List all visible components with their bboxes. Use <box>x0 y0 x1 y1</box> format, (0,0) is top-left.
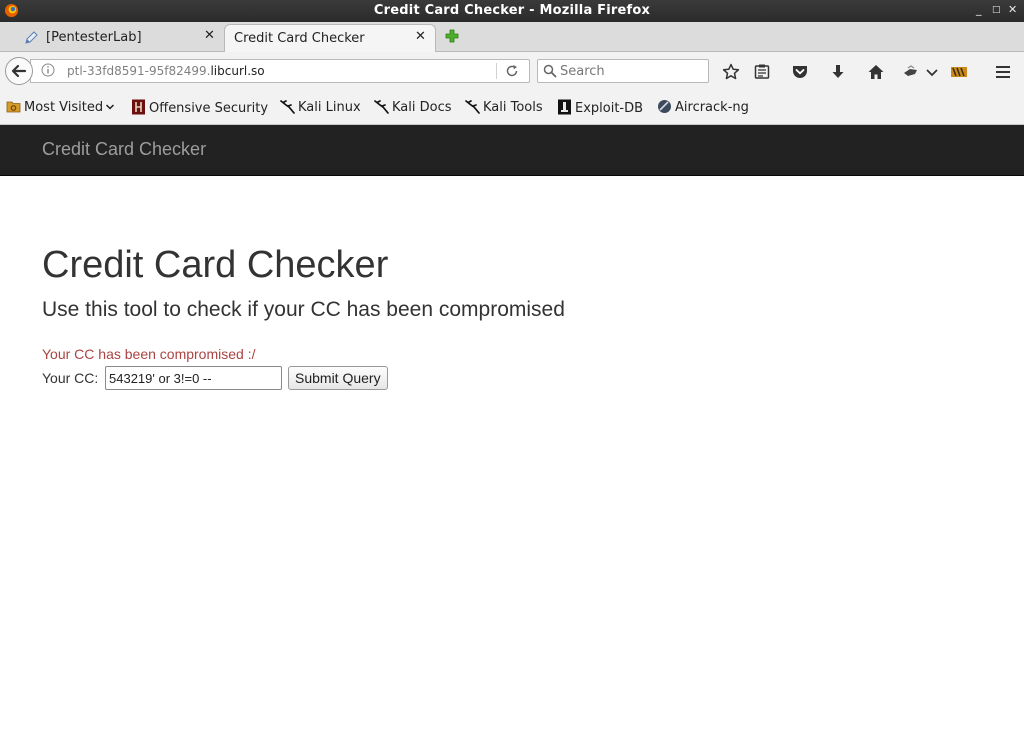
url-host-prefix: ptl-33fd8591-95f82499. <box>67 64 211 78</box>
url-separator <box>496 63 497 79</box>
reload-icon[interactable] <box>505 64 519 78</box>
tab-pentesterlab[interactable]: [PentesterLab] ✕ <box>0 24 224 52</box>
minimize-button[interactable]: _ <box>976 3 982 16</box>
bookmark-star-icon[interactable] <box>722 63 740 81</box>
search-input[interactable] <box>560 62 700 80</box>
tab-close-button[interactable]: ✕ <box>415 29 426 44</box>
bookmark-label: Offensive Security <box>149 101 269 116</box>
cc-input[interactable] <box>105 366 282 390</box>
tab-strip: [PentesterLab] ✕ Credit Card Checker ✕ <box>0 22 1024 52</box>
page-title: Credit Card Checker <box>42 244 389 286</box>
submit-query-button[interactable]: Submit Query <box>288 366 388 390</box>
navigation-toolbar: ptl-33fd8591-95f82499.libcurl.so <box>0 52 1024 92</box>
bookmark-label: Exploit-DB <box>575 101 644 116</box>
url-text: ptl-33fd8591-95f82499.libcurl.so <box>67 64 265 78</box>
chevron-down-icon <box>106 104 115 110</box>
reading-list-icon[interactable] <box>753 63 771 81</box>
aircrack-icon <box>658 100 671 113</box>
bookmark-exploit-db[interactable]: Exploit-DB <box>557 99 643 116</box>
bookmark-label: Kali Linux <box>298 100 361 115</box>
chevron-down-icon[interactable] <box>923 63 941 81</box>
restore-button[interactable]: □ <box>992 5 1001 15</box>
window-title: Credit Card Checker - Mozilla Firefox <box>373 3 651 18</box>
home-icon[interactable] <box>867 63 885 81</box>
tab-credit-card-checker[interactable]: Credit Card Checker ✕ <box>224 24 436 52</box>
page-lead: Use this tool to check if your CC has be… <box>42 298 565 321</box>
tab-label: [PentesterLab] <box>46 30 142 45</box>
back-button[interactable] <box>5 57 33 85</box>
pocket-icon[interactable] <box>791 63 809 81</box>
site-brand-link[interactable]: Credit Card Checker <box>42 139 206 160</box>
error-message: Your CC has been compromised :/ <box>42 346 256 362</box>
new-tab-button[interactable] <box>444 28 460 44</box>
bookmarks-toolbar: Most Visited Offensive Security Kali Lin… <box>0 92 1024 125</box>
hackbar-icon[interactable] <box>950 63 968 81</box>
bookmark-label: Kali Tools <box>483 100 543 115</box>
hamburger-menu-icon[interactable] <box>994 63 1012 81</box>
search-box[interactable] <box>537 59 709 83</box>
bookmark-kali-linux[interactable]: Kali Linux <box>280 99 361 115</box>
bookmark-offensive-security[interactable]: Offensive Security <box>131 99 268 116</box>
arrow-left-icon <box>11 64 27 78</box>
url-bar[interactable]: ptl-33fd8591-95f82499.libcurl.so <box>30 59 530 83</box>
site-info-icon[interactable] <box>41 63 55 77</box>
kali-dragon-icon <box>280 100 295 114</box>
site-navbar: Credit Card Checker <box>0 125 1024 176</box>
tab-close-button[interactable]: ✕ <box>204 28 215 43</box>
cc-label: Your CC: <box>42 370 99 386</box>
bookmark-aircrack-ng[interactable]: Aircrack-ng <box>657 99 749 115</box>
kali-dragon-icon <box>374 100 389 114</box>
bookmark-kali-tools[interactable]: Kali Tools <box>465 99 543 115</box>
pencil-icon <box>25 31 38 44</box>
addon-icon[interactable] <box>902 63 920 81</box>
exploitdb-icon <box>558 99 571 115</box>
search-icon <box>543 64 557 78</box>
close-window-button[interactable]: ✕ <box>1008 3 1017 16</box>
bookmark-label: Kali Docs <box>392 100 452 115</box>
bookmark-label: Aircrack-ng <box>675 100 749 115</box>
offsec-icon <box>132 99 145 115</box>
download-icon[interactable] <box>829 63 847 81</box>
gear-folder-icon <box>6 101 21 113</box>
bookmark-most-visited[interactable]: Most Visited <box>6 99 118 115</box>
bookmark-kali-docs[interactable]: Kali Docs <box>374 99 452 115</box>
kali-dragon-icon <box>465 100 480 114</box>
url-host-domain: libcurl.so <box>210 64 265 78</box>
bookmark-label: Most Visited <box>24 100 104 115</box>
tab-label: Credit Card Checker <box>234 31 365 46</box>
window-titlebar: Credit Card Checker - Mozilla Firefox _ … <box>0 0 1024 22</box>
